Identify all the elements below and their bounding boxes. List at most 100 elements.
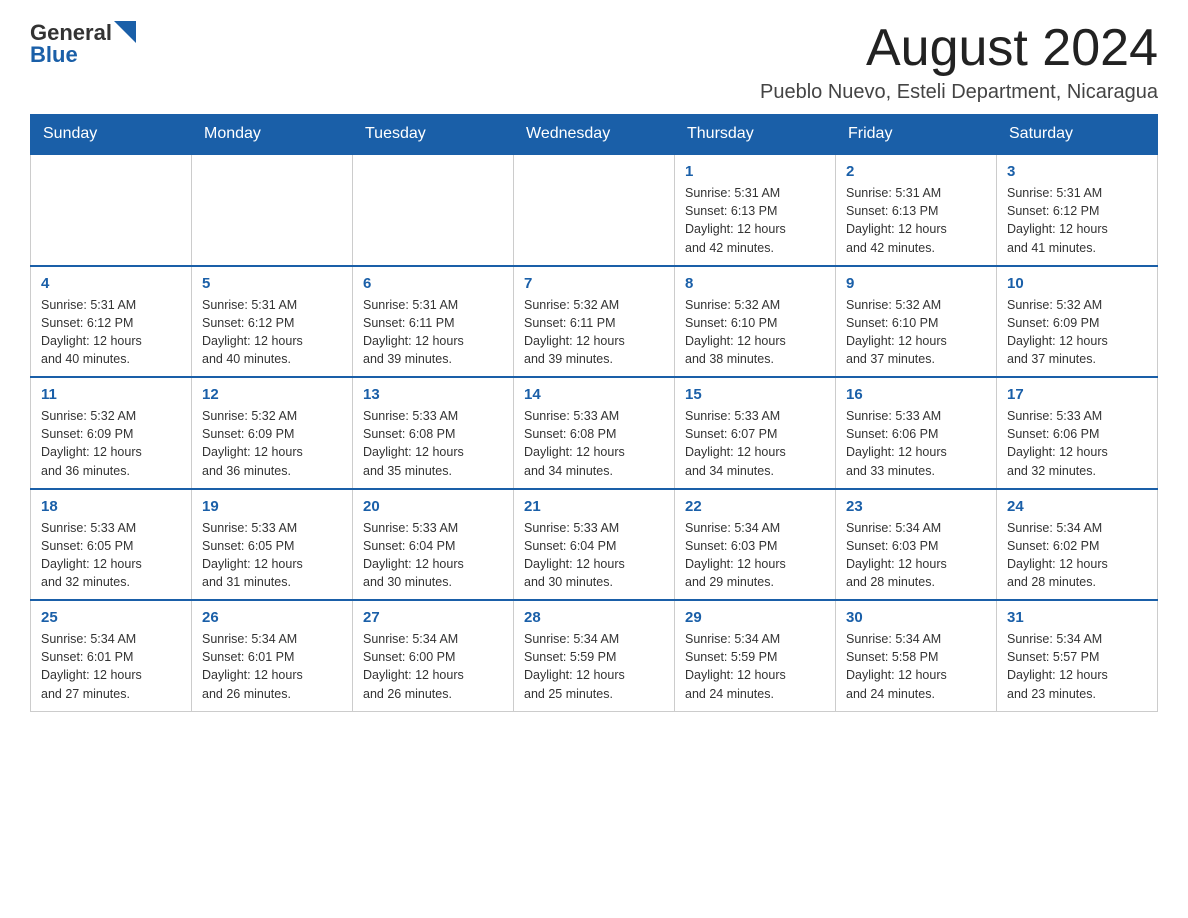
day-info: Sunrise: 5:33 AM Sunset: 6:08 PM Dayligh… [363, 407, 503, 480]
day-info: Sunrise: 5:32 AM Sunset: 6:10 PM Dayligh… [846, 296, 986, 369]
column-header-friday: Friday [836, 115, 997, 155]
day-cell-7: 7 Sunrise: 5:32 AM Sunset: 6:11 PM Daylig… [514, 266, 675, 378]
day-info: Sunrise: 5:34 AM Sunset: 5:59 PM Dayligh… [524, 630, 664, 703]
week-row-2: 4 Sunrise: 5:31 AM Sunset: 6:12 PM Daylig… [31, 266, 1158, 378]
day-cell-5: 5 Sunrise: 5:31 AM Sunset: 6:12 PM Daylig… [192, 266, 353, 378]
day-number: 9 [846, 275, 986, 292]
day-cell-15: 15 Sunrise: 5:33 AM Sunset: 6:07 PM Dayli… [675, 377, 836, 489]
day-number: 2 [846, 163, 986, 180]
column-header-monday: Monday [192, 115, 353, 155]
day-number: 3 [1007, 163, 1147, 180]
day-number: 25 [41, 609, 181, 626]
day-cell-19: 19 Sunrise: 5:33 AM Sunset: 6:05 PM Dayli… [192, 489, 353, 601]
day-number: 19 [202, 498, 342, 515]
column-header-tuesday: Tuesday [353, 115, 514, 155]
day-cell-10: 10Sunrise: 5:32 AM Sunset: 6:09 PM Dayli… [997, 266, 1158, 378]
week-row-3: 11 Sunrise: 5:32 AM Sunset: 6:09 PM Dayli… [31, 377, 1158, 489]
day-cell-21: 21 Sunrise: 5:33 AM Sunset: 6:04 PM Dayli… [514, 489, 675, 601]
day-info: Sunrise: 5:32 AM Sunset: 6:10 PM Dayligh… [685, 296, 825, 369]
day-info: Sunrise: 5:34 AM Sunset: 6:03 PM Dayligh… [846, 519, 986, 592]
day-cell-8: 8 Sunrise: 5:32 AM Sunset: 6:10 PM Daylig… [675, 266, 836, 378]
day-info: Sunrise: 5:33 AM Sunset: 6:06 PM Dayligh… [846, 407, 986, 480]
day-number: 14 [524, 386, 664, 403]
empty-cell [353, 154, 514, 266]
day-number: 7 [524, 275, 664, 292]
day-info: Sunrise: 5:32 AM Sunset: 6:09 PM Dayligh… [202, 407, 342, 480]
week-row-5: 25 Sunrise: 5:34 AM Sunset: 6:01 PM Dayli… [31, 600, 1158, 711]
day-number: 15 [685, 386, 825, 403]
day-info: Sunrise: 5:34 AM Sunset: 5:59 PM Dayligh… [685, 630, 825, 703]
column-header-sunday: Sunday [31, 115, 192, 155]
day-cell-11: 11 Sunrise: 5:32 AM Sunset: 6:09 PM Dayli… [31, 377, 192, 489]
day-info: Sunrise: 5:32 AM Sunset: 6:11 PM Dayligh… [524, 296, 664, 369]
week-row-1: 1Sunrise: 5:31 AM Sunset: 6:13 PM Daylig… [31, 154, 1158, 266]
day-info: Sunrise: 5:31 AM Sunset: 6:12 PM Dayligh… [202, 296, 342, 369]
day-cell-13: 13Sunrise: 5:33 AM Sunset: 6:08 PM Dayli… [353, 377, 514, 489]
day-number: 6 [363, 275, 503, 292]
month-title: August 2024 [760, 20, 1158, 77]
day-info: Sunrise: 5:34 AM Sunset: 5:58 PM Dayligh… [846, 630, 986, 703]
logo-blue: Blue [30, 42, 78, 68]
day-cell-1: 1Sunrise: 5:31 AM Sunset: 6:13 PM Daylig… [675, 154, 836, 266]
empty-cell [192, 154, 353, 266]
day-info: Sunrise: 5:33 AM Sunset: 6:05 PM Dayligh… [41, 519, 181, 592]
day-info: Sunrise: 5:33 AM Sunset: 6:06 PM Dayligh… [1007, 407, 1147, 480]
day-cell-27: 27Sunrise: 5:34 AM Sunset: 6:00 PM Dayli… [353, 600, 514, 711]
day-number: 12 [202, 386, 342, 403]
day-number: 8 [685, 275, 825, 292]
day-info: Sunrise: 5:34 AM Sunset: 6:00 PM Dayligh… [363, 630, 503, 703]
day-number: 30 [846, 609, 986, 626]
day-info: Sunrise: 5:33 AM Sunset: 6:05 PM Dayligh… [202, 519, 342, 592]
empty-cell [514, 154, 675, 266]
day-cell-2: 2 Sunrise: 5:31 AM Sunset: 6:13 PM Daylig… [836, 154, 997, 266]
day-info: Sunrise: 5:31 AM Sunset: 6:12 PM Dayligh… [41, 296, 181, 369]
page-header: General Blue August 2024 Pueblo Nuevo, E… [30, 20, 1158, 104]
day-number: 26 [202, 609, 342, 626]
day-info: Sunrise: 5:31 AM Sunset: 6:13 PM Dayligh… [846, 184, 986, 257]
day-number: 23 [846, 498, 986, 515]
day-cell-14: 14 Sunrise: 5:33 AM Sunset: 6:08 PM Dayli… [514, 377, 675, 489]
day-info: Sunrise: 5:31 AM Sunset: 6:13 PM Dayligh… [685, 184, 825, 257]
day-info: Sunrise: 5:33 AM Sunset: 6:04 PM Dayligh… [524, 519, 664, 592]
day-info: Sunrise: 5:32 AM Sunset: 6:09 PM Dayligh… [1007, 296, 1147, 369]
day-number: 4 [41, 275, 181, 292]
day-cell-3: 3 Sunrise: 5:31 AM Sunset: 6:12 PM Daylig… [997, 154, 1158, 266]
day-number: 11 [41, 386, 181, 403]
logo: General Blue [30, 20, 136, 68]
title-area: August 2024 Pueblo Nuevo, Esteli Departm… [760, 20, 1158, 104]
day-info: Sunrise: 5:33 AM Sunset: 6:08 PM Dayligh… [524, 407, 664, 480]
day-number: 18 [41, 498, 181, 515]
day-number: 29 [685, 609, 825, 626]
day-info: Sunrise: 5:33 AM Sunset: 6:04 PM Dayligh… [363, 519, 503, 592]
day-info: Sunrise: 5:32 AM Sunset: 6:09 PM Dayligh… [41, 407, 181, 480]
calendar-header-row: SundayMondayTuesdayWednesdayThursdayFrid… [31, 115, 1158, 155]
day-cell-29: 29 Sunrise: 5:34 AM Sunset: 5:59 PM Dayli… [675, 600, 836, 711]
column-header-thursday: Thursday [675, 115, 836, 155]
day-number: 17 [1007, 386, 1147, 403]
day-number: 5 [202, 275, 342, 292]
day-cell-28: 28 Sunrise: 5:34 AM Sunset: 5:59 PM Dayli… [514, 600, 675, 711]
day-info: Sunrise: 5:33 AM Sunset: 6:07 PM Dayligh… [685, 407, 825, 480]
day-number: 24 [1007, 498, 1147, 515]
day-cell-12: 12 Sunrise: 5:32 AM Sunset: 6:09 PM Dayli… [192, 377, 353, 489]
column-header-wednesday: Wednesday [514, 115, 675, 155]
empty-cell [31, 154, 192, 266]
day-info: Sunrise: 5:34 AM Sunset: 6:03 PM Dayligh… [685, 519, 825, 592]
day-number: 31 [1007, 609, 1147, 626]
day-cell-30: 30 Sunrise: 5:34 AM Sunset: 5:58 PM Dayli… [836, 600, 997, 711]
day-number: 22 [685, 498, 825, 515]
day-number: 28 [524, 609, 664, 626]
day-info: Sunrise: 5:34 AM Sunset: 6:01 PM Dayligh… [41, 630, 181, 703]
day-number: 20 [363, 498, 503, 515]
calendar: SundayMondayTuesdayWednesdayThursdayFrid… [30, 114, 1158, 712]
day-number: 16 [846, 386, 986, 403]
column-header-saturday: Saturday [997, 115, 1158, 155]
day-info: Sunrise: 5:34 AM Sunset: 6:01 PM Dayligh… [202, 630, 342, 703]
day-number: 21 [524, 498, 664, 515]
day-cell-16: 16 Sunrise: 5:33 AM Sunset: 6:06 PM Dayli… [836, 377, 997, 489]
day-info: Sunrise: 5:31 AM Sunset: 6:12 PM Dayligh… [1007, 184, 1147, 257]
day-info: Sunrise: 5:34 AM Sunset: 5:57 PM Dayligh… [1007, 630, 1147, 703]
day-cell-4: 4 Sunrise: 5:31 AM Sunset: 6:12 PM Daylig… [31, 266, 192, 378]
day-cell-22: 22 Sunrise: 5:34 AM Sunset: 6:03 PM Dayli… [675, 489, 836, 601]
day-cell-6: 6Sunrise: 5:31 AM Sunset: 6:11 PM Daylig… [353, 266, 514, 378]
